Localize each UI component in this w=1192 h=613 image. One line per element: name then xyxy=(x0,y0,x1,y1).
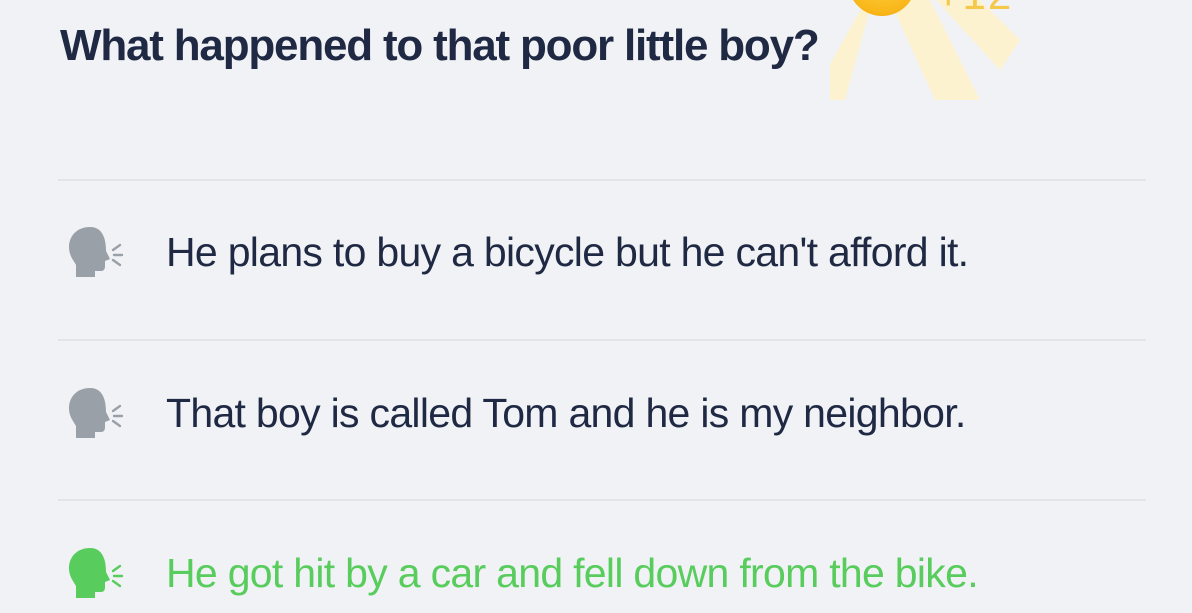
speaking-head-icon xyxy=(60,222,130,282)
answer-option-text: He plans to buy a bicycle but he can't a… xyxy=(166,229,969,275)
answer-option-3[interactable]: He got hit by a car and fell down from t… xyxy=(60,533,1146,613)
answer-option-2[interactable]: That boy is called Tom and he is my neig… xyxy=(60,373,1146,453)
divider xyxy=(58,339,1146,341)
reward-indicator: +12 xyxy=(830,0,1130,100)
divider xyxy=(58,499,1146,501)
points-earned: +12 xyxy=(936,0,1013,16)
answer-option-1[interactable]: He plans to buy a bicycle but he can't a… xyxy=(60,212,1146,292)
divider xyxy=(58,179,1146,181)
answer-option-text: He got hit by a car and fell down from t… xyxy=(166,550,979,596)
speaking-head-icon xyxy=(60,383,130,443)
speaking-head-icon xyxy=(60,543,130,603)
question-title: What happened to that poor little boy? xyxy=(60,21,820,70)
answer-option-text: That boy is called Tom and he is my neig… xyxy=(166,390,966,436)
